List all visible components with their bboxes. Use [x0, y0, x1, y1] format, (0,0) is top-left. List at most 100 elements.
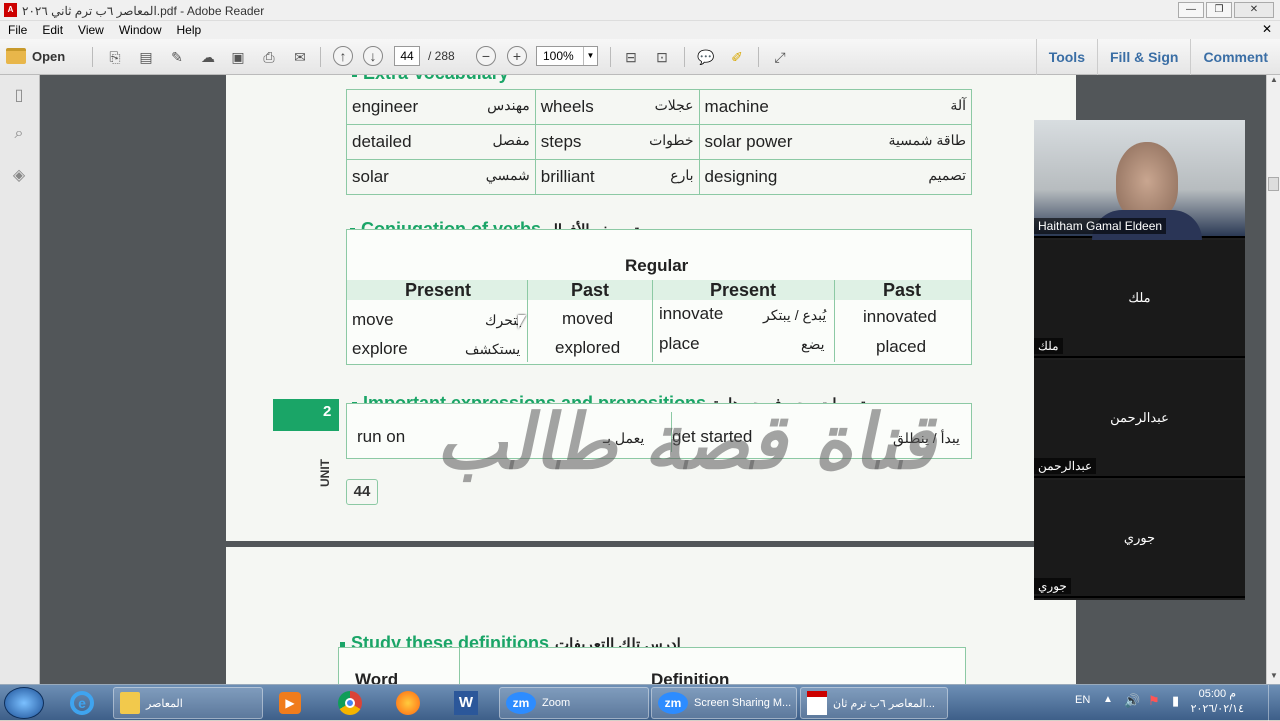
right-tools: Tools Fill & Sign Comment [1035, 39, 1280, 75]
internet-explorer-icon[interactable]: e [62, 688, 102, 718]
scroll-down-icon[interactable]: ▼ [1267, 671, 1280, 685]
participant-center-name: ملك [1128, 290, 1151, 305]
title-bar: A المعاصر ٦ب ترم ثاني ٢٠٢٦.pdf - Adobe R… [0, 0, 1280, 21]
attachments-icon[interactable]: ⌕ [9, 125, 29, 145]
zoom-select[interactable]: 100% ▼ [536, 46, 598, 66]
vertical-scrollbar[interactable]: ▲ ▼ [1266, 75, 1280, 685]
zoom-icon: zm [506, 692, 536, 714]
verb-present: place [659, 334, 700, 353]
fit-width-icon[interactable]: ⊡ [650, 46, 674, 68]
word-icon[interactable]: W [446, 688, 486, 718]
col-past-left: Past [571, 280, 610, 300]
taskbar: e المعاصر ▶ W zm Zoom zm Screen Sharing … [0, 684, 1280, 721]
network-icon[interactable]: ▮ [1172, 693, 1179, 709]
menu-window[interactable]: Window [119, 23, 162, 37]
comment-button[interactable]: Comment [1190, 39, 1280, 75]
page-number-input[interactable]: 44 [394, 46, 420, 66]
table-row: engineer مهندس wheels عجلات machine آلة [346, 89, 973, 125]
scroll-up-icon[interactable]: ▲ [1267, 75, 1280, 89]
taskbar-screen-sharing[interactable]: zm Screen Sharing M... [651, 687, 797, 719]
create-pdf-icon[interactable]: ⎘ [103, 46, 127, 68]
col-present-left: Present [405, 280, 472, 300]
scroll-thumb[interactable] [1268, 177, 1279, 191]
print-icon[interactable]: ⎙ [257, 46, 281, 68]
participant-name: ملك [1034, 338, 1063, 354]
menu-bar: File Edit View Window Help ✕ [0, 21, 1280, 39]
video-tile[interactable]: عبدالرحمن عبدالرحمن [1034, 360, 1245, 478]
pdf-page: Extra Vocabulary engineerمهندس wheelsعجل… [226, 75, 1076, 541]
table-row: detailed مفصل steps خطوات solar power طاقة … [346, 124, 973, 160]
study-table: Word Definition [338, 647, 966, 685]
language-indicator[interactable]: EN [1075, 694, 1090, 706]
previous-page-icon[interactable]: ↑ [333, 46, 353, 66]
menu-view[interactable]: View [78, 23, 104, 37]
chrome-icon[interactable] [330, 688, 370, 718]
video-tile[interactable]: ملك ملك [1034, 240, 1245, 358]
mouse-cursor-icon [518, 315, 526, 329]
tray-expand-icon[interactable]: ▲ [1103, 694, 1113, 705]
verb-present: innovate [659, 304, 724, 323]
adobe-reader-icon: A [4, 3, 17, 17]
menu-file[interactable]: File [8, 23, 27, 37]
firefox-icon[interactable] [388, 688, 428, 718]
highlight-icon[interactable]: ✐ [725, 46, 749, 68]
verb-arabic: يضع [801, 336, 825, 352]
vocab-heading: Extra Vocabulary [352, 75, 509, 84]
taskbar-pdf[interactable]: المعاصر ٦ب ترم ثان... [800, 687, 948, 719]
minimize-button[interactable]: — [1178, 2, 1204, 18]
participant-video [1116, 142, 1178, 220]
zoom-icon: zm [658, 692, 688, 714]
chevron-down-icon[interactable]: ▼ [583, 47, 597, 65]
page-total: / 288 [428, 49, 455, 63]
clock[interactable]: 05:00 م ٢٠٢٦/٠٢/١٤ [1191, 687, 1244, 717]
verb-present: explore [352, 339, 408, 358]
menu-help[interactable]: Help [177, 23, 202, 37]
fill-sign-button[interactable]: Fill & Sign [1096, 39, 1190, 75]
media-player-icon[interactable]: ▶ [270, 688, 310, 718]
table-row: solar شمسي brilliant بارع designing تصميم [346, 159, 973, 195]
page-thumbnails-icon[interactable]: ▯ [9, 85, 29, 105]
show-desktop-button[interactable] [1268, 685, 1280, 721]
taskbar-folder[interactable]: المعاصر [113, 687, 263, 719]
open-button[interactable]: Open [6, 45, 65, 67]
zoom-out-icon[interactable]: − [476, 46, 496, 66]
col-present-right: Present [710, 280, 777, 300]
export-pdf-icon[interactable]: ▤ [134, 46, 158, 68]
edit-pdf-icon[interactable]: ✎ [165, 46, 189, 68]
col-past-right: Past [883, 280, 922, 300]
email-icon[interactable]: ✉ [288, 46, 312, 68]
maximize-button[interactable]: ❐ [1206, 2, 1232, 18]
tools-button[interactable]: Tools [1035, 39, 1097, 75]
unit-label: UNIT [318, 459, 332, 487]
menu-edit[interactable]: Edit [42, 23, 63, 37]
taskbar-zoom[interactable]: zm Zoom [499, 687, 649, 719]
zoom-in-icon[interactable]: + [507, 46, 527, 66]
next-page-icon[interactable]: ↓ [363, 46, 383, 66]
navigation-panel: ▯ ⌕ ◈ [0, 75, 40, 685]
folder-icon [120, 692, 140, 714]
close-button[interactable]: ✕ [1234, 2, 1274, 18]
pdf-icon [807, 691, 827, 715]
expand-icon[interactable]: ⤢ [768, 46, 792, 68]
comment-icon[interactable]: 💬 [694, 46, 718, 68]
col-word: Word [355, 670, 399, 685]
volume-icon[interactable]: 🔊 [1124, 693, 1140, 709]
save-icon[interactable]: ▣ [226, 46, 250, 68]
start-button[interactable] [4, 687, 44, 719]
upload-cloud-icon[interactable]: ☁ [196, 46, 220, 68]
verb-arabic: يستكشف [465, 341, 521, 357]
vocab-table: engineer مهندس wheels عجلات machine آلة det… [346, 89, 973, 195]
verb-arabic: يُبدع / يبتكر [763, 307, 827, 323]
verb-past: moved [562, 309, 614, 328]
action-center-icon[interactable]: ⚑ [1148, 693, 1160, 709]
verb-arabic: يتحرك [485, 312, 522, 328]
video-tile[interactable]: Haitham Gamal Eldeen [1034, 120, 1245, 240]
unit-tab: 2 [273, 399, 339, 431]
participant-name: عبدالرحمن [1034, 458, 1097, 474]
close-document-icon[interactable]: ✕ [1262, 22, 1272, 36]
watermark: قناة قصة طالب [432, 397, 952, 486]
video-tile[interactable]: جوري جوري [1034, 480, 1245, 598]
page-number: 44 [346, 479, 378, 505]
layers-icon[interactable]: ◈ [9, 165, 29, 185]
fit-page-icon[interactable]: ⊟ [619, 46, 643, 68]
